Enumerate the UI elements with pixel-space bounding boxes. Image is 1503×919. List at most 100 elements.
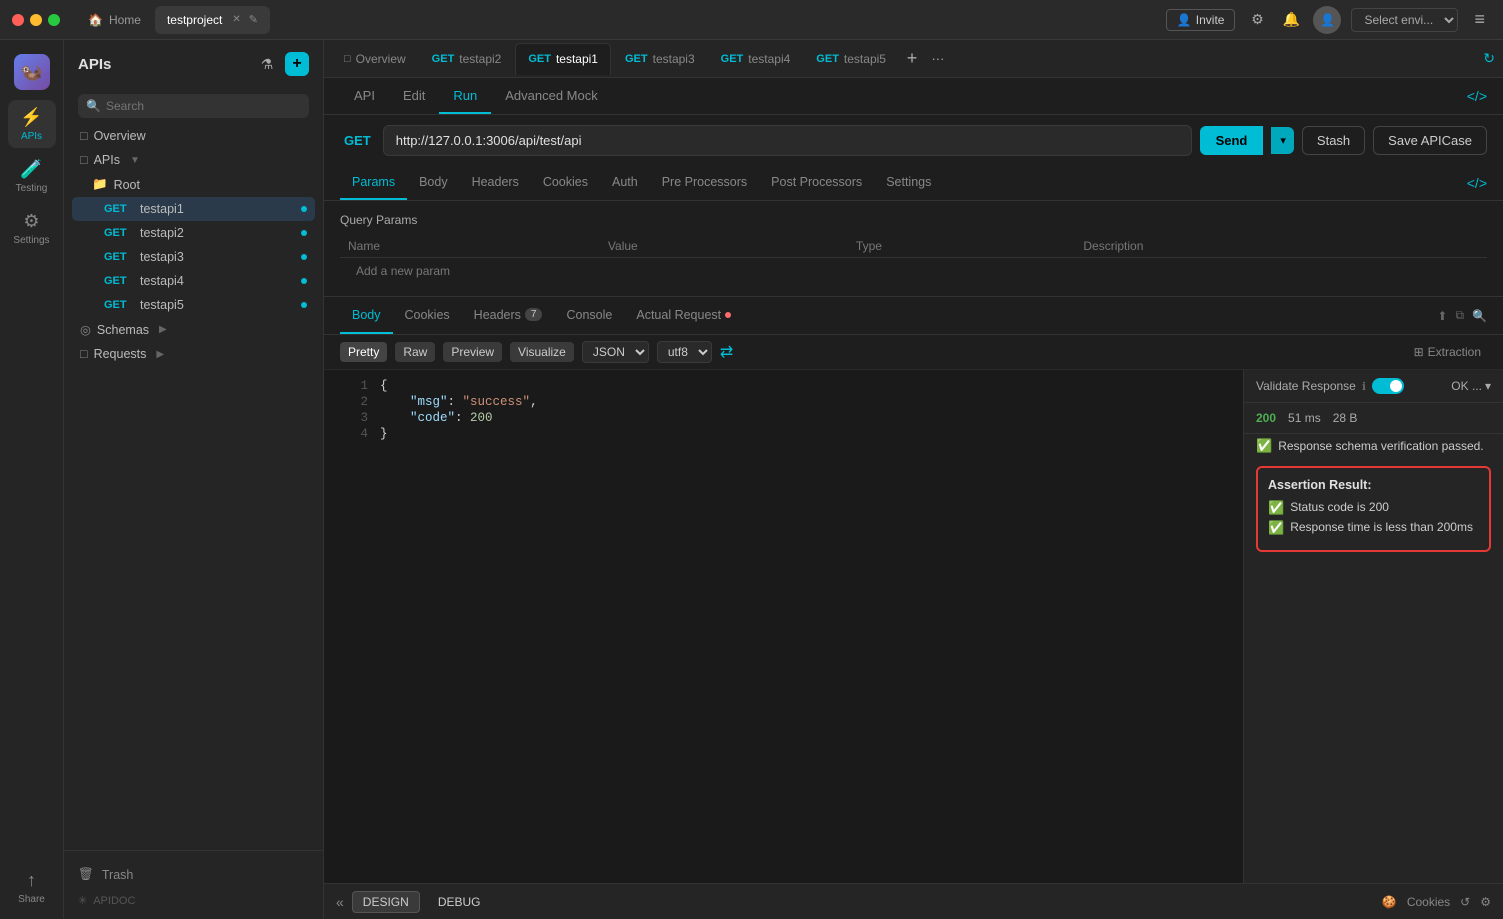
sidebar-item-testapi3[interactable]: GET testapi3 bbox=[72, 245, 315, 269]
params-tab-right[interactable]: </> bbox=[1467, 175, 1487, 191]
dock-apis-label: APIs bbox=[21, 131, 42, 142]
api-tab-testapi3[interactable]: GET testapi3 bbox=[613, 43, 707, 75]
params-tab-body[interactable]: Body bbox=[407, 166, 460, 200]
maximize-button[interactable] bbox=[48, 14, 60, 26]
stash-button[interactable]: Stash bbox=[1302, 126, 1365, 155]
sidebar-tree: □ Overview □ APIs ▼ 📁 Root GET testapi1 … bbox=[64, 124, 323, 850]
sync-icon[interactable]: ↻ bbox=[1483, 50, 1495, 67]
search-response-icon[interactable]: 🔍 bbox=[1472, 309, 1487, 323]
sidebar-item-requests[interactable]: □ Requests ▶ bbox=[72, 342, 315, 366]
tab-testproject-close[interactable]: ✕ bbox=[232, 14, 240, 25]
search-input[interactable] bbox=[78, 94, 309, 118]
encoding-select[interactable]: utf8 bbox=[657, 341, 712, 363]
invite-button[interactable]: 👤 Invite bbox=[1166, 9, 1236, 31]
close-button[interactable] bbox=[12, 14, 24, 26]
params-tab-headers[interactable]: Headers bbox=[460, 166, 531, 200]
sidebar-search: 🔍 bbox=[64, 88, 323, 124]
preview-button[interactable]: Preview bbox=[443, 342, 502, 362]
hamburger-icon[interactable]: ≡ bbox=[1468, 9, 1491, 30]
validate-toggle-switch[interactable] bbox=[1372, 378, 1404, 394]
wrap-icon[interactable]: ⇄ bbox=[720, 342, 733, 362]
api-tab-testapi4[interactable]: GET testapi4 bbox=[709, 43, 803, 75]
history-icon[interactable]: ↺ bbox=[1460, 895, 1470, 909]
sidebar-item-testapi5[interactable]: GET testapi5 bbox=[72, 293, 315, 317]
add-param-row[interactable]: Add a new param bbox=[340, 258, 1487, 285]
add-tab-button[interactable]: + bbox=[900, 47, 924, 71]
params-tab-pre-processors[interactable]: Pre Processors bbox=[650, 166, 759, 200]
sub-tab-advanced-mock[interactable]: Advanced Mock bbox=[491, 78, 612, 114]
params-tab-settings[interactable]: Settings bbox=[874, 166, 943, 200]
format-select[interactable]: JSON bbox=[582, 341, 649, 363]
ok-dropdown[interactable]: OK ... ▾ bbox=[1451, 379, 1491, 393]
api-tab-testapi1[interactable]: GET testapi1 bbox=[515, 43, 611, 75]
trash-item[interactable]: 🗑 Trash bbox=[78, 863, 309, 886]
resp-tab-actual-request[interactable]: Actual Request bbox=[624, 298, 743, 334]
params-tabs: Params Body Headers Cookies Auth Pre Pro… bbox=[324, 166, 1503, 201]
env-select[interactable]: Select envi... bbox=[1351, 8, 1458, 32]
params-tab-auth[interactable]: Auth bbox=[600, 166, 650, 200]
send-dropdown-button[interactable]: ▾ bbox=[1271, 127, 1294, 154]
params-tab-post-processors[interactable]: Post Processors bbox=[759, 166, 874, 200]
apis-icon: ⚡ bbox=[20, 107, 42, 128]
visualize-button[interactable]: Visualize bbox=[510, 342, 574, 362]
status-bytes: 28 B bbox=[1333, 411, 1358, 425]
sidebar-item-apis[interactable]: □ APIs ▼ bbox=[72, 148, 315, 172]
col-description: Description bbox=[1075, 235, 1487, 258]
resp-tab-body[interactable]: Body bbox=[340, 298, 393, 334]
settings-icon[interactable]: ⚙ bbox=[1245, 8, 1269, 32]
dock-settings-label: Settings bbox=[13, 235, 49, 246]
resp-tab-headers[interactable]: Headers 7 bbox=[462, 298, 555, 334]
copy-response-icon[interactable]: ⧉ bbox=[1455, 308, 1464, 323]
api-tab-overview[interactable]: □ Overview bbox=[332, 43, 418, 75]
apidoc-logo: ✳ APIDOC bbox=[78, 894, 309, 907]
more-tabs-button[interactable]: ··· bbox=[926, 47, 950, 71]
save-response-icon[interactable]: ⬆ bbox=[1437, 309, 1447, 323]
sidebar-item-overview[interactable]: □ Overview bbox=[72, 124, 315, 148]
sidebar-item-testapi4[interactable]: GET testapi4 bbox=[72, 269, 315, 293]
sub-tabs: API Edit Run Advanced Mock </> bbox=[324, 78, 1503, 115]
avatar[interactable]: 👤 bbox=[1313, 6, 1341, 34]
add-api-icon[interactable]: + bbox=[285, 52, 309, 76]
api-tab-testapi5[interactable]: GET testapi5 bbox=[804, 43, 898, 75]
settings-bottom-icon[interactable]: ⚙ bbox=[1480, 895, 1491, 909]
sidebar-item-testapi2[interactable]: GET testapi2 bbox=[72, 221, 315, 245]
code-view-icon[interactable]: </> bbox=[1467, 88, 1487, 104]
dock-item-settings[interactable]: ⚙ Settings bbox=[8, 204, 56, 252]
method-get-5: GET bbox=[104, 299, 134, 311]
extraction-button[interactable]: ⊞ Extraction bbox=[1408, 343, 1487, 361]
params-tab-params[interactable]: Params bbox=[340, 166, 407, 200]
params-tab-cookies[interactable]: Cookies bbox=[531, 166, 600, 200]
minimize-button[interactable] bbox=[30, 14, 42, 26]
search-wrap: 🔍 bbox=[78, 94, 309, 118]
save-apicase-button[interactable]: Save APICase bbox=[1373, 126, 1487, 155]
tab3-label: testapi3 bbox=[653, 52, 695, 66]
send-button[interactable]: Send bbox=[1200, 126, 1264, 155]
sub-tab-api[interactable]: API bbox=[340, 78, 389, 114]
api-tab-testapi2[interactable]: GET testapi2 bbox=[420, 43, 514, 75]
raw-button[interactable]: Raw bbox=[395, 342, 435, 362]
apis-section-label: APIs bbox=[94, 153, 120, 167]
dock-item-testing[interactable]: 🧪 Testing bbox=[8, 152, 56, 200]
dock-item-app[interactable]: 🦦 bbox=[8, 48, 56, 96]
sidebar-item-schemas[interactable]: ◎ Schemas ▶ bbox=[72, 317, 315, 342]
invite-icon: 👤 bbox=[1177, 13, 1192, 27]
collapse-icon[interactable]: « bbox=[336, 894, 344, 910]
dock-item-apis[interactable]: ⚡ APIs bbox=[8, 100, 56, 148]
filter-icon[interactable]: ⚗ bbox=[255, 52, 279, 76]
bell-icon[interactable]: 🔔 bbox=[1279, 8, 1303, 32]
dock-item-share[interactable]: ↑ Share bbox=[8, 863, 56, 911]
pretty-button[interactable]: Pretty bbox=[340, 342, 387, 362]
design-button[interactable]: DESIGN bbox=[352, 891, 420, 913]
sub-tab-edit[interactable]: Edit bbox=[389, 78, 439, 114]
tab-home[interactable]: 🏠 Home bbox=[76, 6, 153, 34]
url-input[interactable] bbox=[383, 125, 1192, 156]
sub-tab-run[interactable]: Run bbox=[439, 78, 491, 114]
resp-tab-console[interactable]: Console bbox=[554, 298, 624, 334]
debug-button[interactable]: DEBUG bbox=[428, 892, 491, 912]
sidebar-item-testapi1[interactable]: GET testapi1 bbox=[72, 197, 315, 221]
resp-tab-cookies[interactable]: Cookies bbox=[393, 298, 462, 334]
overview-tab-label: Overview bbox=[356, 52, 406, 66]
sidebar-item-root[interactable]: 📁 Root bbox=[72, 172, 315, 197]
tab-testproject[interactable]: testproject ✕ ✎ bbox=[155, 6, 270, 34]
resp-tab-headers-label: Headers bbox=[474, 308, 521, 322]
